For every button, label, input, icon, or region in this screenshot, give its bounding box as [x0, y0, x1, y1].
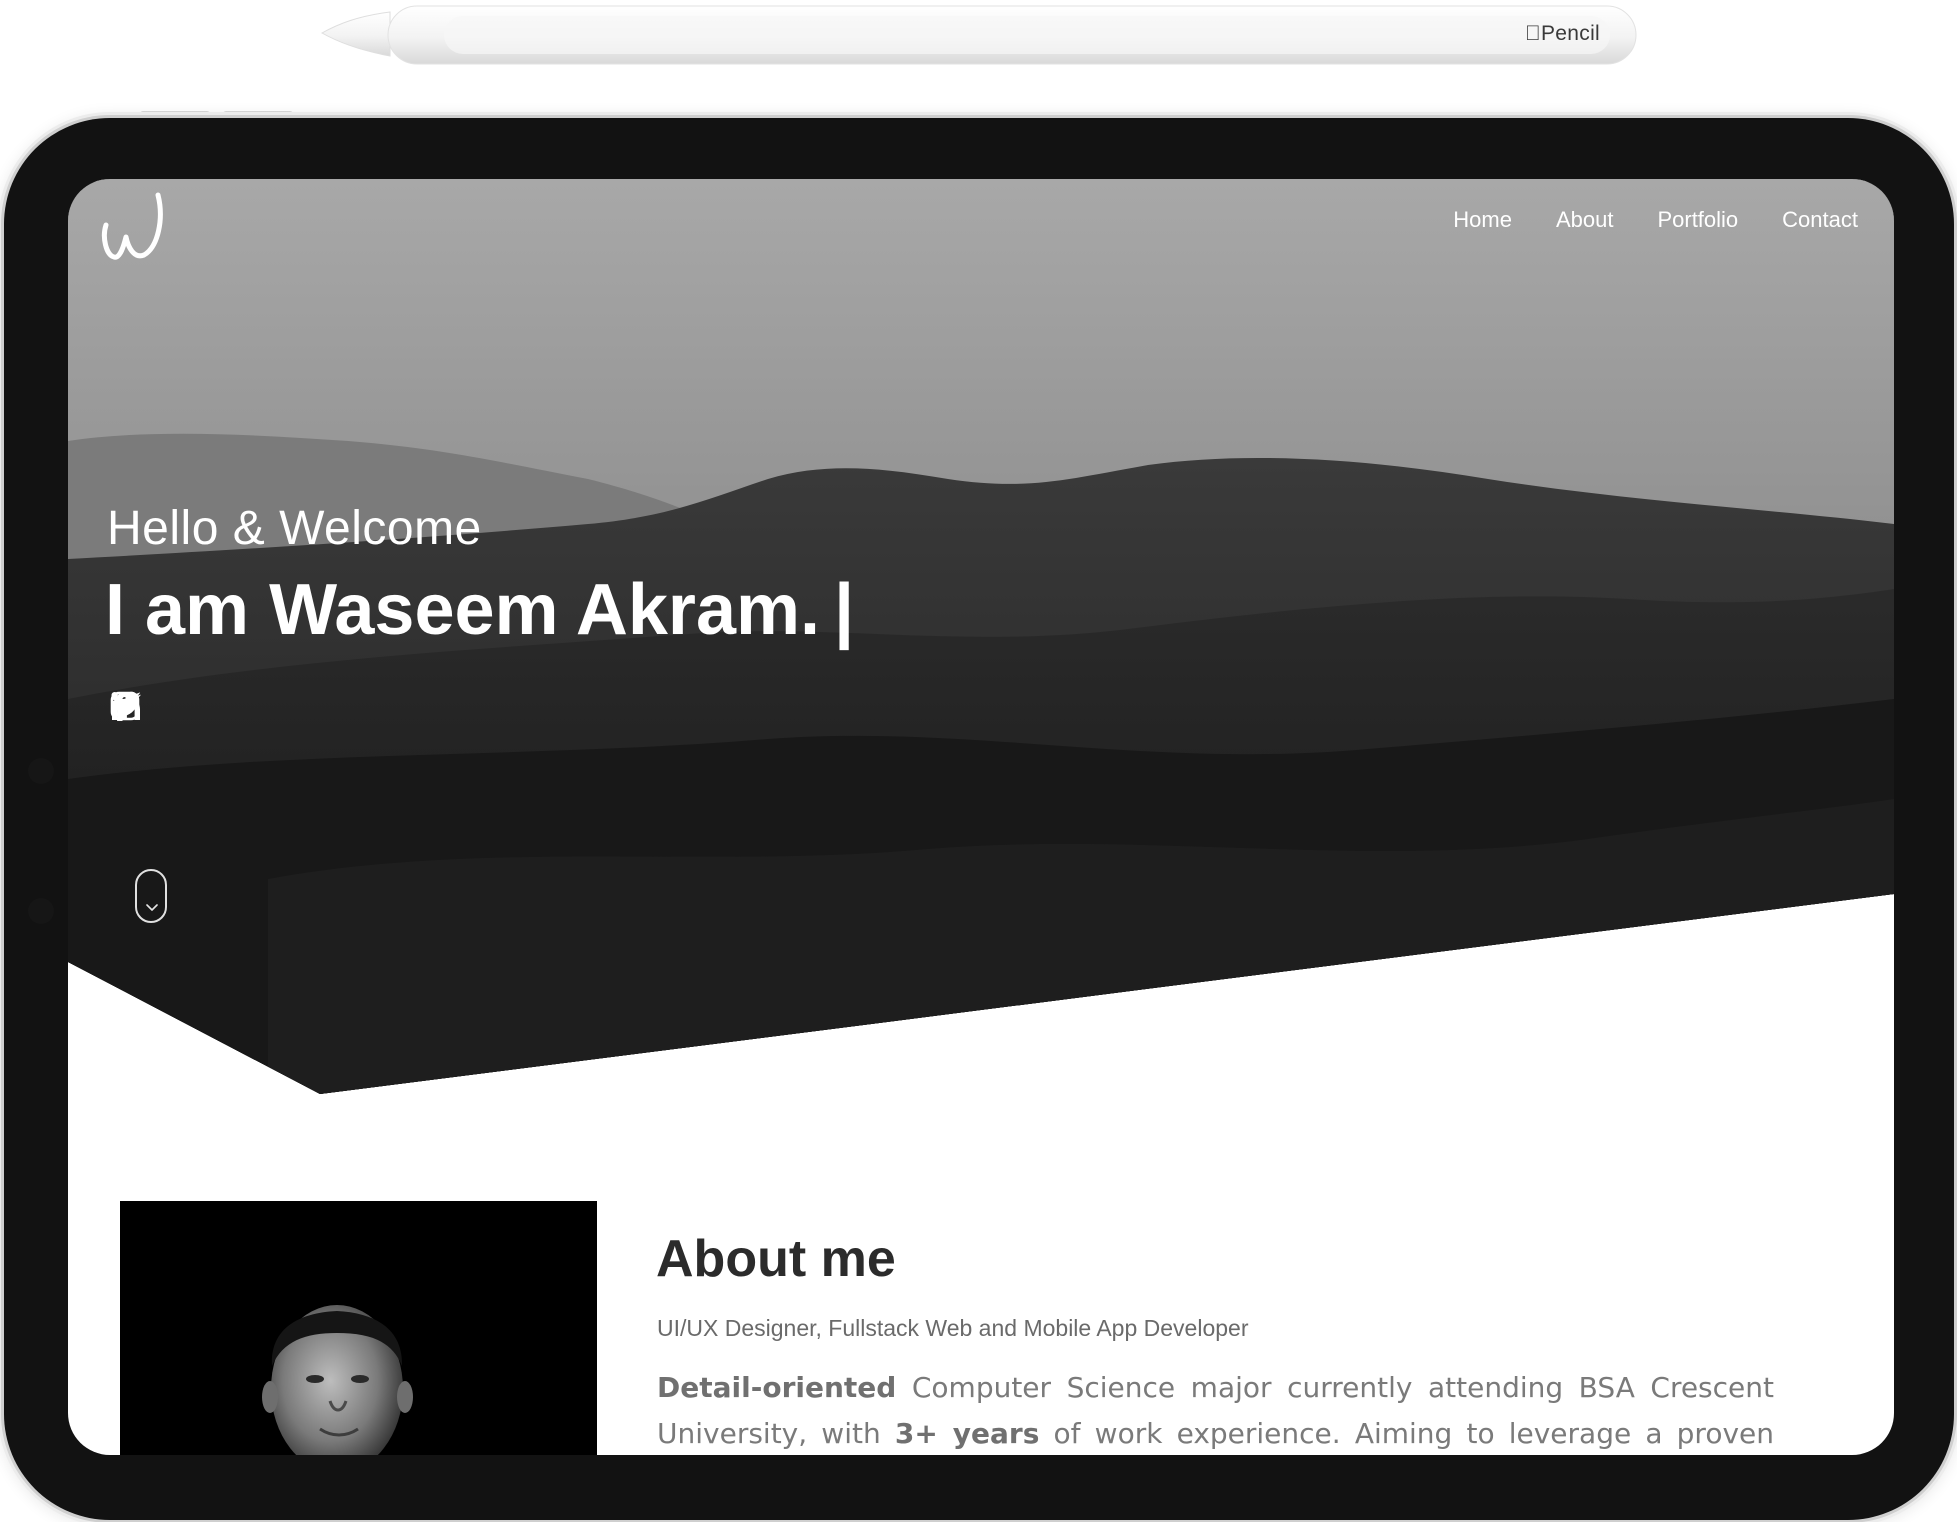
twitter-icon[interactable] [110, 691, 208, 725]
nav-home[interactable]: Home [1453, 207, 1512, 233]
site-logo[interactable] [94, 185, 174, 267]
about-title: About me [656, 1230, 896, 1288]
typing-cursor: | [834, 570, 855, 650]
about-paragraph: Detail-oriented Computer Science major c… [657, 1365, 1774, 1455]
device-sensor [28, 898, 54, 924]
main-nav: Home About Portfolio Contact [1453, 207, 1858, 233]
scroll-down-button[interactable] [135, 869, 167, 923]
about-subtitle: UI/UX Designer, Fullstack Web and Mobile… [657, 1315, 1249, 1341]
about-text: of work experience. Aiming to leverage a… [1039, 1417, 1774, 1450]
w-monogram-logo [101, 192, 163, 260]
apple-pencil: Pencil [318, 0, 1640, 70]
hero-section: Home About Portfolio Contact Hello & Wel… [68, 179, 1894, 1094]
profile-photo [120, 1201, 597, 1455]
hero-name: I am Waseem Akram. [105, 570, 821, 650]
apple-logo-icon:  [1525, 22, 1541, 45]
chevron-down-icon [146, 904, 158, 911]
about-highlight: 3+ years [894, 1417, 1040, 1450]
volume-button [223, 111, 293, 117]
nav-portfolio[interactable]: Portfolio [1657, 207, 1738, 233]
volume-button [140, 111, 210, 117]
about-highlight: Detail-oriented [657, 1371, 897, 1404]
pencil-brand-label: Pencil [1525, 22, 1600, 46]
linkedin-icon[interactable] [111, 691, 336, 725]
nav-about[interactable]: About [1556, 207, 1614, 233]
portrait-image [120, 1201, 597, 1455]
instagram-icon[interactable] [110, 691, 272, 725]
social-links [110, 691, 336, 725]
hero-headline: I am Waseem Akram. | [105, 569, 854, 651]
hero-greeting: Hello & Welcome [107, 502, 482, 555]
nav-contact[interactable]: Contact [1782, 207, 1858, 233]
device-sensor [28, 758, 54, 784]
tablet-screen: Home About Portfolio Contact Hello & Wel… [68, 179, 1894, 1455]
